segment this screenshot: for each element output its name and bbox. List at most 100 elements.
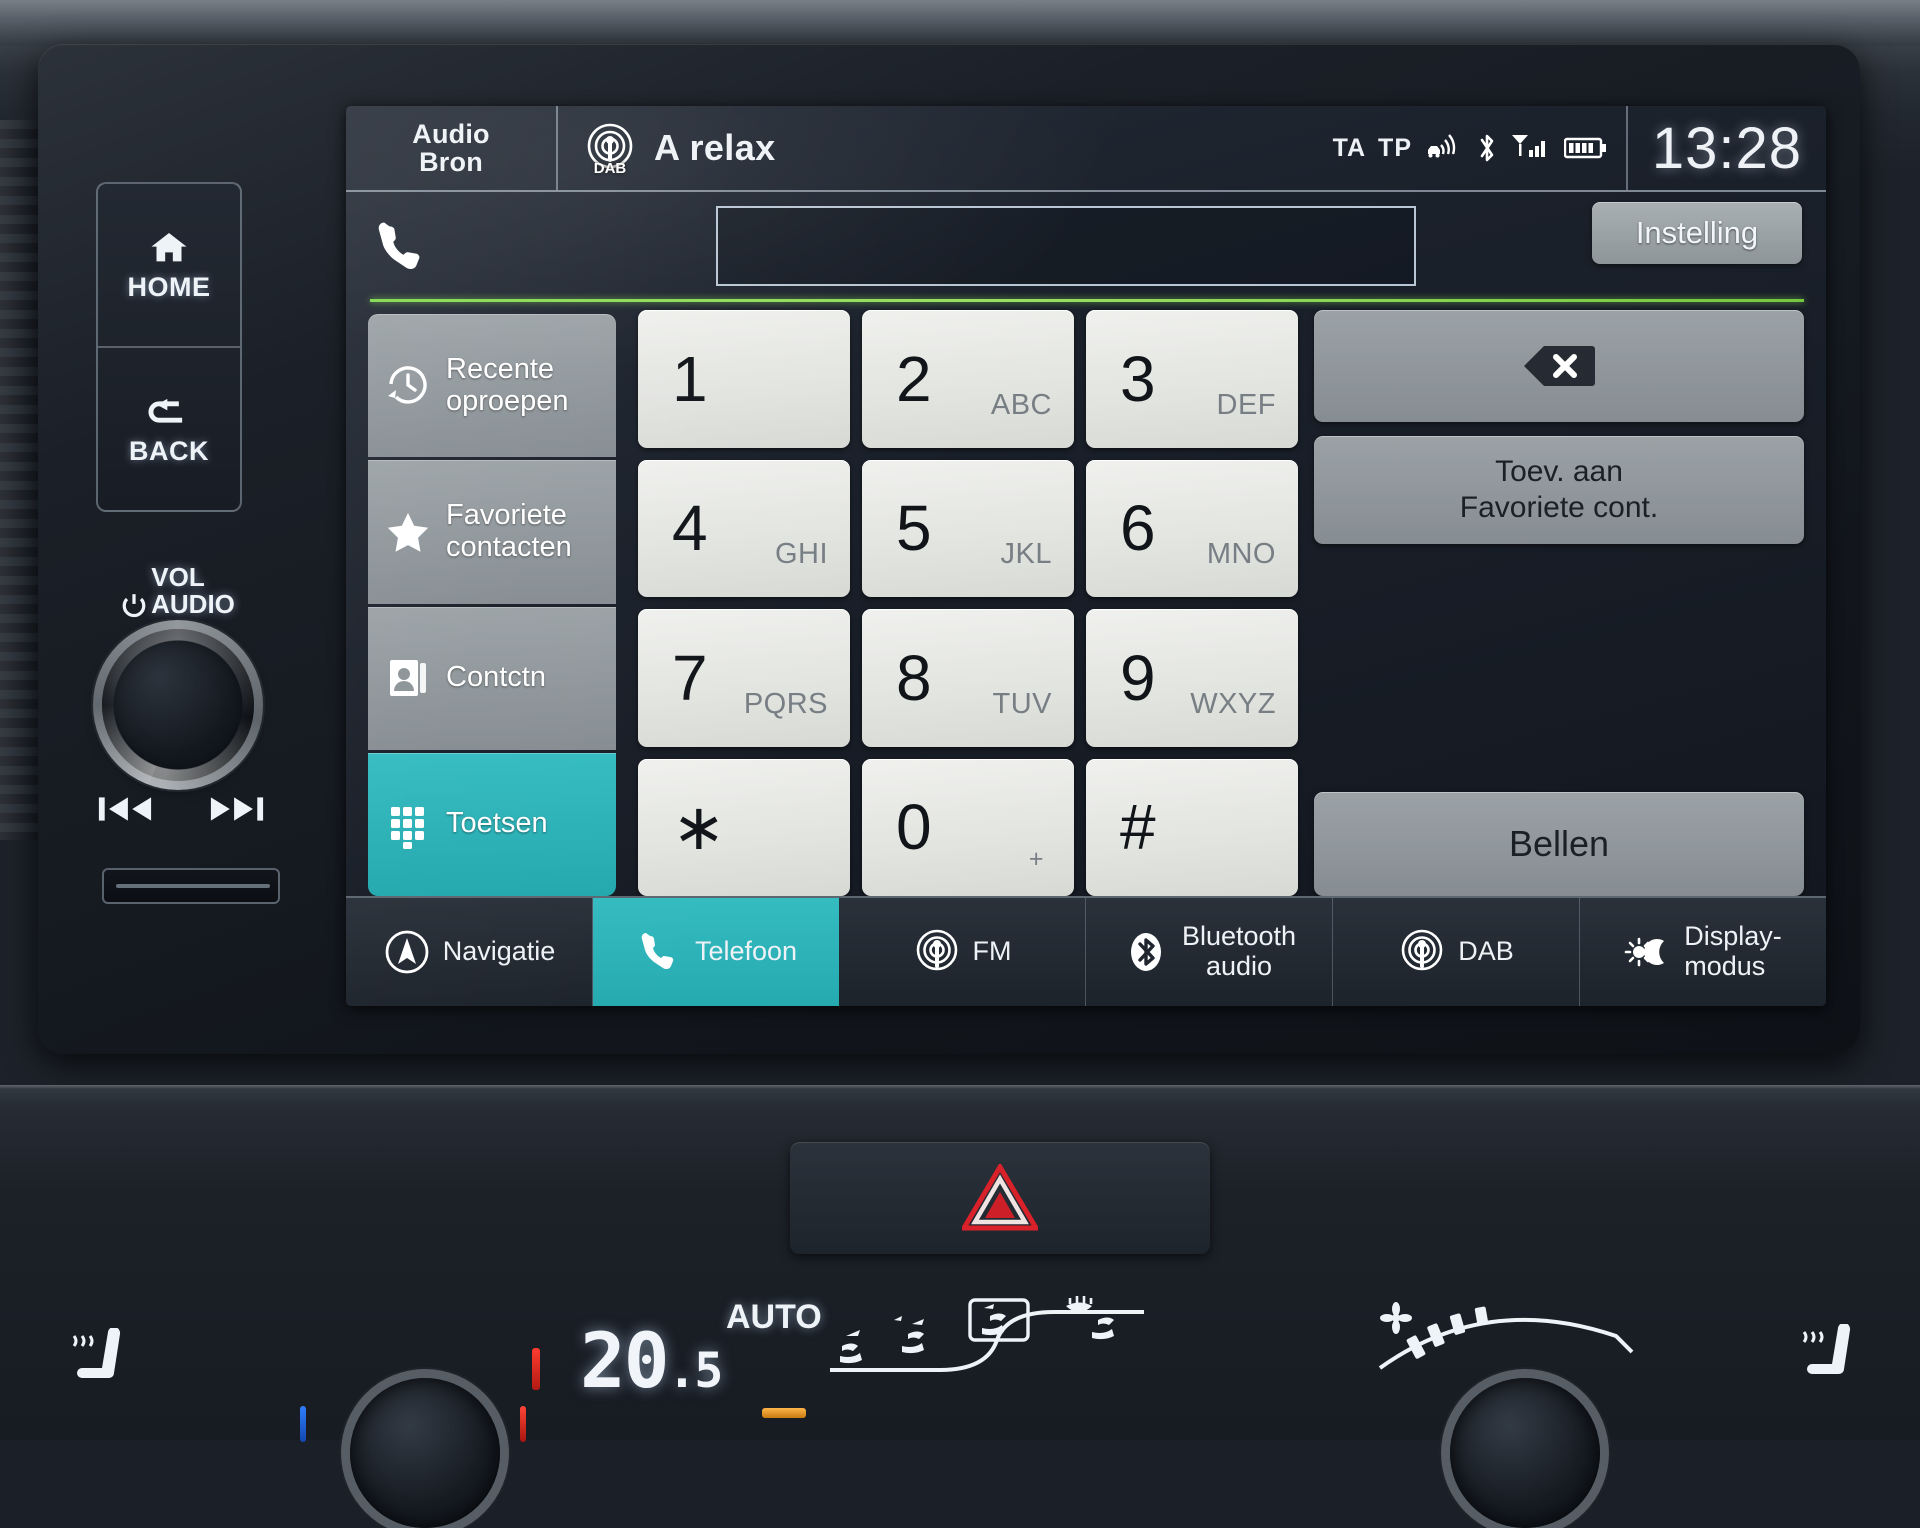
- temperature-display: 20.5: [580, 1316, 721, 1405]
- tab-telefoon[interactable]: Telefoon: [593, 898, 839, 1006]
- hazard-button-plate[interactable]: [790, 1142, 1210, 1254]
- temperature-whole: 20: [580, 1316, 668, 1405]
- tab-label-navigatie: Navigatie: [443, 937, 556, 967]
- audio-source-button[interactable]: Audio Bron: [346, 106, 558, 190]
- brightness-moon-icon: [1624, 928, 1672, 976]
- auto-climate-label: AUTO: [726, 1298, 822, 1337]
- key-digit: 2: [896, 347, 932, 411]
- recent-calls-clock-icon: [382, 360, 434, 412]
- car-antenna-icon: [1424, 134, 1464, 162]
- tab-label-display-modus: Display- modus: [1684, 922, 1782, 981]
- audio-source-line1: Audio: [412, 120, 489, 148]
- heated-seat-icon[interactable]: [1792, 1324, 1864, 1386]
- keypad-key-5[interactable]: 5 JKL: [862, 460, 1074, 598]
- tab-fm[interactable]: FM: [839, 898, 1086, 1006]
- power-icon: [121, 592, 147, 618]
- audio-label: AUDIO: [151, 591, 235, 618]
- heated-seat-icon[interactable]: [62, 1328, 134, 1390]
- tab-label-dab: DAB: [1458, 937, 1514, 967]
- phone-number-input[interactable]: [716, 206, 1416, 286]
- previous-track-icon[interactable]: [96, 794, 154, 824]
- call-button[interactable]: Bellen: [1314, 792, 1804, 896]
- radio-broadcast-icon: [913, 928, 961, 976]
- home-button-label: HOME: [128, 272, 211, 303]
- volume-label-line1: VOL: [88, 564, 268, 591]
- media-slot: [102, 868, 280, 904]
- sidebar-item-recent-calls[interactable]: Recente oproepen: [368, 314, 616, 457]
- home-icon: [146, 228, 192, 268]
- sidebar-label-recent-calls: Recente oproepen: [446, 354, 616, 418]
- temp-warm-indicator: [532, 1348, 540, 1390]
- bottom-tab-bar: Navigatie Telefoon F: [346, 896, 1826, 1006]
- navigation-compass-icon: [383, 928, 431, 976]
- keypad-key-9[interactable]: 9 WXYZ: [1086, 609, 1298, 747]
- tab-bluetooth-audio[interactable]: Bluetooth audio: [1086, 898, 1333, 1006]
- station-name: A relax: [654, 127, 776, 169]
- bluetooth-icon: [1476, 131, 1498, 165]
- bluetooth-icon: [1122, 928, 1170, 976]
- tab-label-bluetooth-audio: Bluetooth audio: [1182, 922, 1296, 981]
- temp-hot-indicator: [520, 1406, 526, 1442]
- key-letters: JKL: [1001, 538, 1052, 571]
- radio-broadcast-icon: [1398, 928, 1446, 976]
- status-icon-tray: TA TP: [1333, 106, 1626, 190]
- keypad-key-3[interactable]: 3 DEF: [1086, 310, 1298, 448]
- keypad-key-8[interactable]: 8 TUV: [862, 609, 1074, 747]
- home-hardware-button[interactable]: HOME: [98, 184, 240, 346]
- track-buttons: [96, 794, 266, 824]
- key-digit: 6: [1120, 496, 1156, 560]
- tp-indicator: TP: [1378, 134, 1412, 163]
- next-track-icon[interactable]: [208, 794, 266, 824]
- key-digit: 0: [896, 795, 932, 859]
- status-bar: Audio Bron DAB: [346, 106, 1826, 192]
- key-digit: 5: [896, 496, 932, 560]
- tab-navigatie[interactable]: Navigatie: [346, 898, 593, 1006]
- head-unit-bezel: HOME BACK VOL AUDIO: [38, 44, 1860, 1054]
- key-digit: #: [1120, 795, 1156, 859]
- keypad-key-2[interactable]: 2 ABC: [862, 310, 1074, 448]
- ac-status-indicator: [762, 1408, 806, 1418]
- dab-badge-label: DAB: [584, 160, 636, 177]
- backspace-button[interactable]: [1314, 310, 1804, 422]
- key-digit: ∗: [672, 795, 726, 859]
- console-seam: [0, 1085, 1920, 1089]
- key-letters: WXYZ: [1190, 688, 1276, 721]
- fan-speed-icon: [1380, 1302, 1412, 1334]
- infotainment-screen: Audio Bron DAB: [346, 106, 1826, 1006]
- keypad-key-0[interactable]: 0 +: [862, 759, 1074, 897]
- sidebar-label-contacts: Contctn: [446, 662, 616, 694]
- hardware-key-cluster: HOME BACK: [96, 182, 242, 512]
- volume-knob[interactable]: [102, 629, 254, 781]
- tab-dab[interactable]: DAB: [1333, 898, 1580, 1006]
- keypad-key-7[interactable]: 7 PQRS: [638, 609, 850, 747]
- add-to-favorites-button[interactable]: Toev. aan Favoriete cont.: [1314, 436, 1804, 544]
- sidebar-label-favorites: Favoriete contacten: [446, 500, 616, 564]
- airflow-mode-indicators: [822, 1294, 1152, 1384]
- sidebar-item-contacts[interactable]: Contctn: [368, 607, 616, 750]
- volume-control-group: VOL AUDIO: [88, 564, 268, 781]
- airflow-face-feet-icon: [894, 1316, 924, 1353]
- back-button-label: BACK: [129, 436, 209, 467]
- keypad-key-6[interactable]: 6 MNO: [1086, 460, 1298, 598]
- backspace-delete-icon: [1522, 343, 1596, 389]
- phone-entry-row: Instelling: [346, 192, 1826, 302]
- dab-badge: DAB: [584, 122, 636, 174]
- fan-speed-scale: [1366, 1296, 1696, 1386]
- sidebar-item-keypad[interactable]: Toetsen: [368, 753, 616, 896]
- settings-button[interactable]: Instelling: [1592, 202, 1802, 264]
- battery-icon: [1564, 135, 1608, 161]
- phone-handset-icon: [635, 928, 683, 976]
- keypad-key-hash[interactable]: #: [1086, 759, 1298, 897]
- key-digit: 3: [1120, 347, 1156, 411]
- sidebar-item-favorites[interactable]: Favoriete contacten: [368, 460, 616, 603]
- accent-underline: [370, 299, 1804, 302]
- tab-display-modus[interactable]: Display- modus: [1580, 898, 1826, 1006]
- now-playing-station[interactable]: DAB A relax: [558, 106, 1333, 190]
- keypad-key-1[interactable]: 1: [638, 310, 850, 448]
- key-letters: TUV: [993, 688, 1053, 721]
- keypad-key-star[interactable]: ∗: [638, 759, 850, 897]
- temperature-knob[interactable]: [350, 1378, 500, 1528]
- fan-speed-knob[interactable]: [1450, 1378, 1600, 1528]
- back-hardware-button[interactable]: BACK: [98, 346, 240, 510]
- keypad-key-4[interactable]: 4 GHI: [638, 460, 850, 598]
